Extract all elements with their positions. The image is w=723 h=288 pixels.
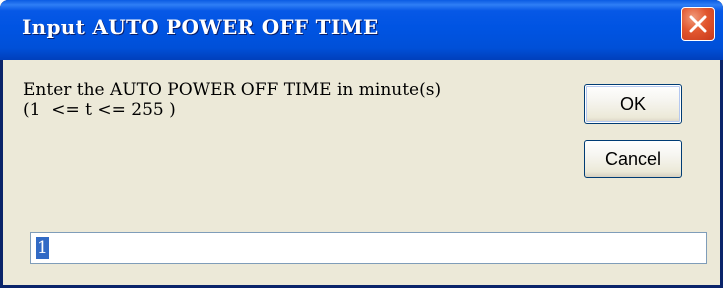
close-icon	[689, 15, 707, 33]
cancel-button[interactable]: Cancel	[584, 140, 682, 178]
time-input[interactable]: 1	[30, 232, 707, 264]
prompt-line-1: Enter the AUTO POWER OFF TIME in minute(…	[23, 80, 442, 100]
dialog-window: Input AUTO POWER OFF TIME Enter the AUTO…	[0, 0, 723, 288]
title-bar[interactable]: Input AUTO POWER OFF TIME	[0, 0, 723, 60]
prompt-text: Enter the AUTO POWER OFF TIME in minute(…	[23, 80, 441, 120]
dialog-body: Enter the AUTO POWER OFF TIME in minute(…	[3, 60, 720, 285]
dialog-title: Input AUTO POWER OFF TIME	[22, 15, 379, 39]
input-value: 1	[36, 237, 49, 259]
close-button[interactable]	[681, 7, 715, 41]
prompt-line-2: (1 <= t <= 255 )	[23, 100, 176, 120]
ok-button[interactable]: OK	[584, 84, 682, 124]
